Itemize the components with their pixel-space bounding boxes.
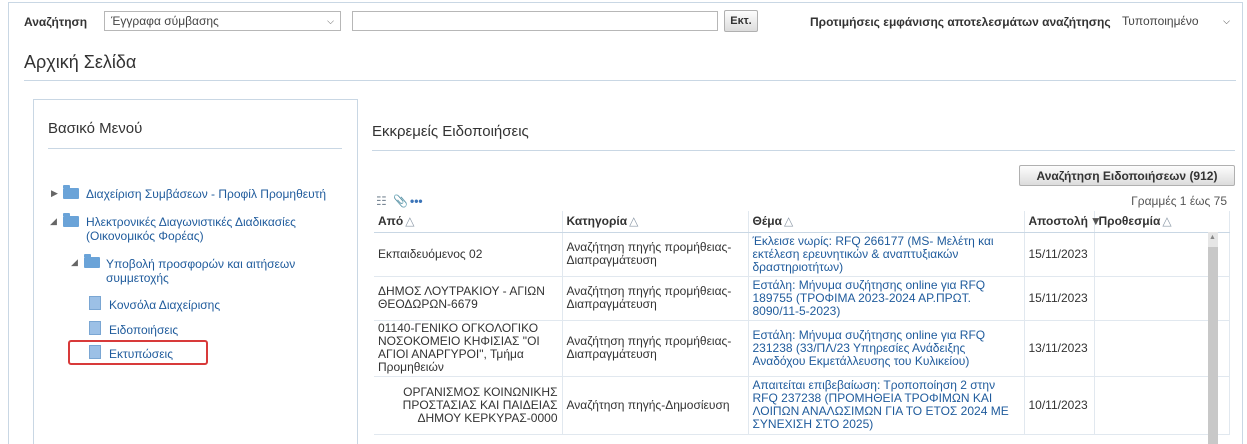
folder-icon <box>84 254 100 268</box>
page-icon <box>89 321 101 335</box>
table-toolbar: ☷ 📎 ••• Γραμμές 1 έως 75 <box>374 191 1235 211</box>
cell-subject-link[interactable]: Εστάλη: Μήνυμα συζήτησης online για RFQ … <box>748 320 1025 377</box>
menu-item-console[interactable]: Κονσόλα Διαχείρισης <box>109 298 220 312</box>
cell-sent: 15/11/2023 <box>1024 232 1095 277</box>
search-input[interactable] <box>352 11 718 31</box>
divider <box>24 80 1236 81</box>
search-type-select[interactable]: Έγγραφα σύμβασης ⌵ <box>104 11 341 31</box>
cell-sent: 10/11/2023 <box>1024 376 1095 435</box>
divider <box>48 148 342 149</box>
divider <box>372 150 1235 151</box>
display-prefs-select[interactable]: Τυποποιημένο ⌵ <box>1120 11 1232 31</box>
folder-icon <box>63 185 79 199</box>
cell-subject-link[interactable]: Απαιτείται επιβεβαίωση: Τροποποίηση 2 στ… <box>748 376 1025 435</box>
column-header-sent[interactable]: Αποστολή ▼ <box>1024 211 1102 233</box>
notifications-title: Εκκρεμείς Ειδοποιήσεις <box>372 123 529 140</box>
scroll-up-arrow-icon[interactable]: ▲ <box>1209 234 1216 241</box>
sort-icon: △ <box>783 214 794 229</box>
main-menu-panel: Βασικό Μενού ▶ Διαχείριση Συμβάσεων - Πρ… <box>33 99 358 444</box>
highlight-box <box>68 340 208 365</box>
search-bar: Αναζήτηση <box>24 10 95 34</box>
cell-category: Αναζήτηση πηγής προμήθειας-Διαπραγμάτευσ… <box>562 320 749 377</box>
menu-item-contract-management[interactable]: Διαχείριση Συμβάσεων - Προφίλ Προμηθευτή <box>86 187 346 201</box>
menu-title: Βασικό Μενού <box>48 120 143 137</box>
cell-from: 01140-ΓΕΝΙΚΟ ΟΓΚΟΛΟΓΙΚΟ ΝΟΣΟΚΟΜΕΙΟ ΚΗΦΙΣ… <box>374 320 563 377</box>
folder-icon <box>63 213 79 227</box>
collapse-triangle-icon[interactable]: ◢ <box>50 216 57 227</box>
attachment-icon[interactable]: 📎 <box>393 194 408 208</box>
cell-sent: 15/11/2023 <box>1024 276 1095 321</box>
table-row[interactable]: ΔΗΜΟΣ ΛΟΥΤΡΑΚΙΟΥ - ΑΓΙΩΝ ΘΕΟΔΩΡΩΝ-6679 Α… <box>374 276 1230 321</box>
cell-subject-link[interactable]: Έκλεισε νωρίς: RFQ 266177 (MS- Μελέτη κα… <box>748 232 1025 277</box>
table-row[interactable]: 01140-ΓΕΝΙΚΟ ΟΓΚΟΛΟΓΙΚΟ ΝΟΣΟΚΟΜΕΙΟ ΚΗΦΙΣ… <box>374 320 1230 377</box>
cell-from: Εκπαιδευόμενος 02 <box>374 232 563 277</box>
scrollbar-thumb[interactable] <box>1208 247 1218 444</box>
cell-subject-link[interactable]: Εστάλη: Μήνυμα συζήτησης online για RFQ … <box>748 276 1025 321</box>
menu-item-notifications[interactable]: Ειδοποιήσεις <box>109 323 178 337</box>
collapse-triangle-icon[interactable]: ◢ <box>71 257 78 268</box>
cell-from: ΟΡΓΑΝΙΣΜΟΣ ΚΟΙΝΩΝΙΚΗΣ ΠΡΟΣΤΑΣΙΑΣ ΚΑΙ ΠΑΙ… <box>374 376 563 435</box>
display-prefs-value: Τυποποιημένο <box>1122 14 1199 28</box>
page-icon <box>89 296 101 310</box>
column-header-subject[interactable]: Θέμα △ <box>748 211 1025 233</box>
more-icon[interactable]: ••• <box>410 194 423 208</box>
cell-from: ΔΗΜΟΣ ΛΟΥΤΡΑΚΙΟΥ - ΑΓΙΩΝ ΘΕΟΔΩΡΩΝ-6679 <box>374 276 563 321</box>
chevron-down-icon: ⌵ <box>1223 15 1230 26</box>
column-header-deadline[interactable]: Προθεσμία △ <box>1094 211 1230 233</box>
column-header-category[interactable]: Κατηγορία △ <box>562 211 749 233</box>
table-row[interactable]: ΟΡΓΑΝΙΣΜΟΣ ΚΟΙΝΩΝΙΚΗΣ ΠΡΟΣΤΑΣΙΑΣ ΚΑΙ ΠΑΙ… <box>374 376 1230 435</box>
search-label: Αναζήτηση <box>24 15 88 29</box>
sort-icon: △ <box>629 214 639 229</box>
notifications-table: Από △ Κατηγορία △ Θέμα △ Αποστολή ▼ Προθεσμί… <box>374 211 1230 435</box>
table-header-row: Από △ Κατηγορία △ Θέμα △ Αποστολή ▼ Προθεσμί… <box>374 211 1230 233</box>
chevron-down-icon: ⌵ <box>327 15 334 26</box>
cell-category: Αναζήτηση πηγής προμήθειας-Διαπραγμάτευσ… <box>562 276 749 321</box>
expand-triangle-icon[interactable]: ▶ <box>51 188 58 199</box>
sort-icon: △ <box>405 214 415 229</box>
rows-range: Γραμμές 1 έως 75 <box>1131 194 1227 208</box>
search-notifications-button[interactable]: Αναζήτηση Ειδοποιήσεων (912) <box>1019 165 1235 186</box>
go-button[interactable]: Εκτ. <box>724 10 758 32</box>
cell-category: Αναζήτηση πηγής-Δημοσίευση <box>562 376 749 435</box>
cell-sent: 13/11/2023 <box>1024 320 1095 377</box>
page-title: Αρχική Σελίδα <box>24 52 137 72</box>
column-header-from[interactable]: Από △ <box>374 211 563 233</box>
menu-item-submit-offers[interactable]: Υποβολή προσφορών και αιτήσεων συμμετοχή… <box>106 257 306 285</box>
sort-icon: △ <box>1162 214 1172 229</box>
menu-item-e-tenders[interactable]: Ηλεκτρονικές Διαγωνιστικές Διαδικασίες (… <box>86 215 336 243</box>
search-type-value: Έγγραφα σύμβασης <box>111 14 219 28</box>
filter-icon[interactable]: ☷ <box>376 194 387 208</box>
display-prefs-label: Προτιμήσεις εμφάνισης αποτελεσμάτων αναζ… <box>810 15 1111 29</box>
cell-category: Αναζήτηση πηγής προμήθειας-Διαπραγμάτευσ… <box>562 232 749 277</box>
table-row[interactable]: Εκπαιδευόμενος 02 Αναζήτηση πηγής προμήθ… <box>374 232 1230 277</box>
